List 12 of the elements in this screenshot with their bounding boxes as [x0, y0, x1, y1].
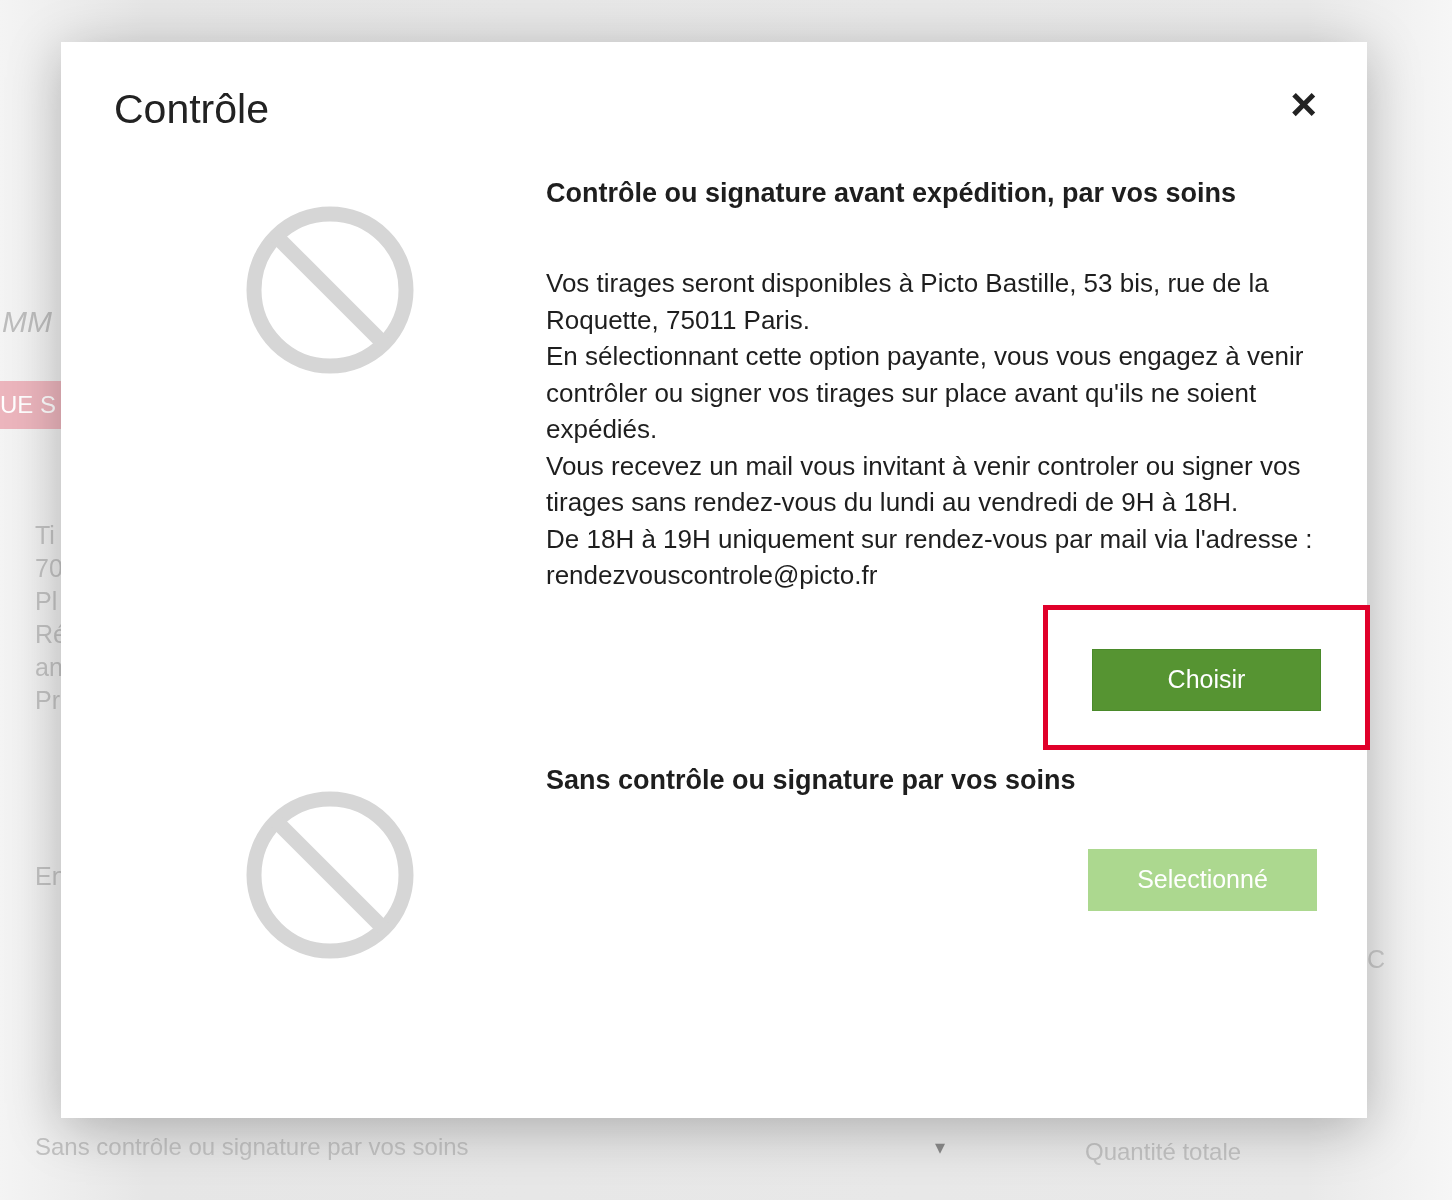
- option-title: Sans contrôle ou signature par vos soins: [546, 764, 1077, 796]
- option-description: Vous recevez un mail vous invitant à venir controler ou signer vos tirages sans rendez-vous du lundi au vendredi de 9H à 18H.: [546, 449, 1302, 519]
- prohibited-icon: [246, 790, 414, 959]
- option-description: De 18H à 19H uniquement sur rendez-vous par mail via l'adresse : rendezvouscontrole@picto.fr: [546, 522, 1314, 592]
- choose-button[interactable]: Choisir: [1092, 648, 1321, 711]
- banner: UE S: [0, 381, 62, 429]
- dialog-title: Contrôle: [114, 86, 269, 133]
- option-description: En sélectionnant cette option payante, vous vous engagez à venir contrôler ou signer vos tirages sur place avant qu'ils ne soient expédiés.: [546, 340, 1305, 446]
- option-description: Vos tirages seront disponibles à Picto Bastille, 53 bis, rue de la Roquette, 75011 Paris.: [546, 267, 1270, 337]
- prohibited-icon: [246, 206, 414, 374]
- close-button[interactable]: ×: [1290, 86, 1317, 122]
- option-title: Contrôle ou signature avant expédition, par vos soins: [546, 178, 1238, 209]
